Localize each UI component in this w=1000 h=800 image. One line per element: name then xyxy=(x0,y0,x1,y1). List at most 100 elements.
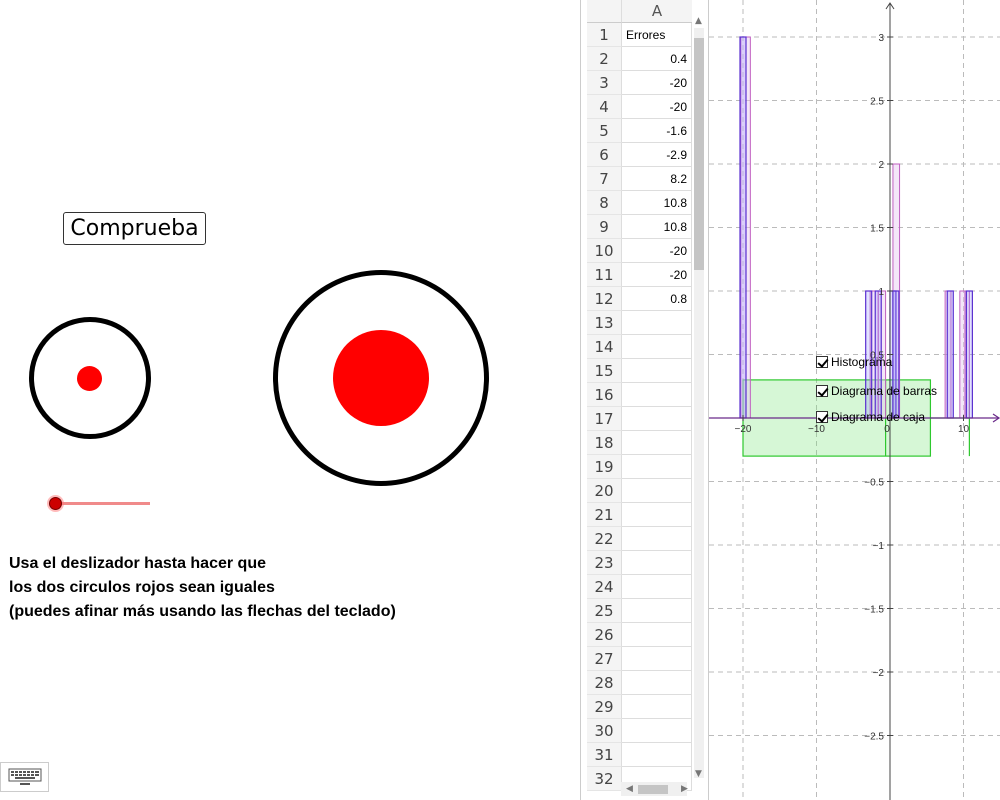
row-header[interactable]: 8 xyxy=(587,191,622,215)
table-row: 10 -20 xyxy=(587,239,692,263)
row-header[interactable]: 2 xyxy=(587,47,622,71)
table-row: 30 xyxy=(587,719,692,743)
y-tick-label: −2 xyxy=(873,668,885,679)
table-row: 27 xyxy=(587,647,692,671)
row-header[interactable]: 25 xyxy=(587,599,622,623)
cell-a23[interactable] xyxy=(622,551,692,575)
cell-a15[interactable] xyxy=(622,359,692,383)
table-row: 2 0.4 xyxy=(587,47,692,71)
row-header[interactable]: 6 xyxy=(587,143,622,167)
table-row: 6 -2.9 xyxy=(587,143,692,167)
cell-a5[interactable]: -1.6 xyxy=(622,119,692,143)
table-row: 18 xyxy=(587,431,692,455)
row-header[interactable]: 16 xyxy=(587,383,622,407)
row-header[interactable]: 23 xyxy=(587,551,622,575)
slider-handle[interactable] xyxy=(49,497,62,510)
scroll-down-icon[interactable]: ▼ xyxy=(695,769,702,779)
row-header[interactable]: 13 xyxy=(587,311,622,335)
scroll-up-icon[interactable]: ▲ xyxy=(695,16,702,26)
cell-a9[interactable]: 10.8 xyxy=(622,215,692,239)
cell-a31[interactable] xyxy=(622,743,692,767)
cell-a26[interactable] xyxy=(622,623,692,647)
row-header[interactable]: 26 xyxy=(587,623,622,647)
slider-track[interactable] xyxy=(55,502,150,505)
row-header[interactable]: 21 xyxy=(587,503,622,527)
select-all-corner[interactable] xyxy=(587,0,622,23)
table-row: 31 xyxy=(587,743,692,767)
row-header[interactable]: 7 xyxy=(587,167,622,191)
row-header[interactable]: 17 xyxy=(587,407,622,431)
bar-diagram-checkbox[interactable]: Diagrama de barras xyxy=(816,384,937,398)
row-header[interactable]: 9 xyxy=(587,215,622,239)
y-tick-label: −1 xyxy=(873,541,885,552)
row-header[interactable]: 14 xyxy=(587,335,622,359)
row-header[interactable]: 31 xyxy=(587,743,622,767)
horizontal-scroll-thumb[interactable] xyxy=(638,785,668,794)
cell-a2[interactable]: 0.4 xyxy=(622,47,692,71)
table-row: 11 -20 xyxy=(587,263,692,287)
cell-a8[interactable]: 10.8 xyxy=(622,191,692,215)
row-header[interactable]: 5 xyxy=(587,119,622,143)
row-header[interactable]: 15 xyxy=(587,359,622,383)
row-header[interactable]: 29 xyxy=(587,695,622,719)
cell-a22[interactable] xyxy=(622,527,692,551)
scroll-right-icon[interactable]: ▶ xyxy=(681,784,688,794)
row-header[interactable]: 3 xyxy=(587,71,622,95)
cell-a6[interactable]: -2.9 xyxy=(622,143,692,167)
row-header[interactable]: 22 xyxy=(587,527,622,551)
keyboard-button[interactable] xyxy=(0,762,49,792)
checkmark-icon xyxy=(816,356,828,368)
cell-a27[interactable] xyxy=(622,647,692,671)
bar-diagram-checkbox-label: Diagrama de barras xyxy=(831,384,938,398)
histogram-checkbox[interactable]: Histograma xyxy=(816,355,892,369)
cell-a11[interactable]: -20 xyxy=(622,263,692,287)
cell-a10[interactable]: -20 xyxy=(622,239,692,263)
cell-a7[interactable]: 8.2 xyxy=(622,167,692,191)
row-header[interactable]: 10 xyxy=(587,239,622,263)
large-red-dot xyxy=(333,330,429,426)
row-header[interactable]: 4 xyxy=(587,95,622,119)
bar xyxy=(965,290,973,419)
cell-a19[interactable] xyxy=(622,455,692,479)
cell-a18[interactable] xyxy=(622,431,692,455)
small-red-dot xyxy=(77,366,102,391)
box-plot-checkbox[interactable]: Diagrama de caja xyxy=(816,410,925,424)
cell-a24[interactable] xyxy=(622,575,692,599)
cell-a25[interactable] xyxy=(622,599,692,623)
row-header[interactable]: 24 xyxy=(587,575,622,599)
cell-a29[interactable] xyxy=(622,695,692,719)
y-tick-label: 1.5 xyxy=(870,224,884,235)
cell-a12[interactable]: 0.8 xyxy=(622,287,692,311)
row-header[interactable]: 18 xyxy=(587,431,622,455)
cell-a1[interactable]: Errores xyxy=(622,23,692,47)
row-header[interactable]: 30 xyxy=(587,719,622,743)
row-header[interactable]: 1 xyxy=(587,23,622,47)
row-header[interactable]: 28 xyxy=(587,671,622,695)
row-header[interactable]: 20 xyxy=(587,479,622,503)
cell-a30[interactable] xyxy=(622,719,692,743)
row-header[interactable]: 19 xyxy=(587,455,622,479)
histogram-checkbox-label: Histograma xyxy=(831,355,893,369)
table-row: 1 Errores xyxy=(587,23,692,47)
check-button[interactable]: Comprueba xyxy=(63,212,206,245)
cell-a13[interactable] xyxy=(622,311,692,335)
cell-a4[interactable]: -20 xyxy=(622,95,692,119)
cell-a20[interactable] xyxy=(622,479,692,503)
row-header[interactable]: 11 xyxy=(587,263,622,287)
cell-a16[interactable] xyxy=(622,383,692,407)
cell-a21[interactable] xyxy=(622,503,692,527)
cell-a28[interactable] xyxy=(622,671,692,695)
cell-a14[interactable] xyxy=(622,335,692,359)
column-header-a[interactable]: A xyxy=(622,0,692,23)
vertical-scroll-thumb[interactable] xyxy=(694,38,704,270)
cell-a17[interactable] xyxy=(622,407,692,431)
x-tick-label: 10 xyxy=(958,424,970,435)
cell-a3[interactable]: -20 xyxy=(622,71,692,95)
row-header[interactable]: 32 xyxy=(587,767,622,791)
instruction-line-2: los dos circulos rojos sean iguales xyxy=(9,579,275,596)
row-header[interactable]: 27 xyxy=(587,647,622,671)
row-header[interactable]: 12 xyxy=(587,287,622,311)
y-tick-label: 2.5 xyxy=(870,97,884,108)
scroll-left-icon[interactable]: ◀ xyxy=(626,784,633,794)
bar xyxy=(892,290,900,419)
